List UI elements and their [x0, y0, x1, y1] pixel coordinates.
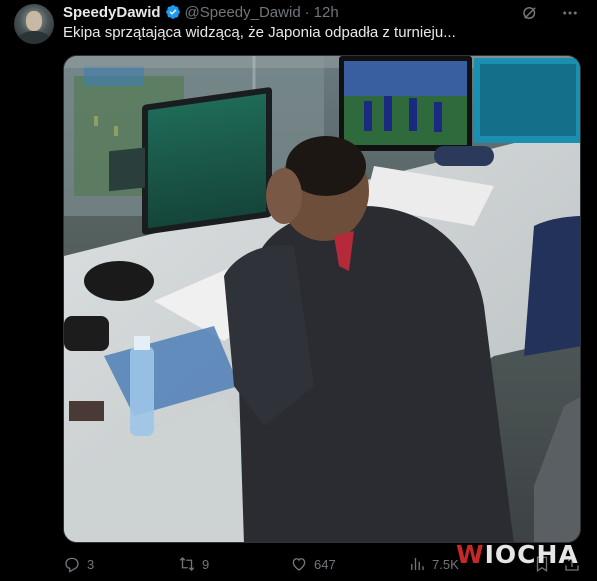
timestamp[interactable]: 12h — [314, 4, 339, 21]
avatar-face — [26, 11, 42, 31]
tweet-text: Ekipa sprzątająca widzącą, że Japonia od… — [63, 24, 456, 41]
tweet-header: SpeedyDawid @Speedy_Dawid · 12h — [63, 2, 339, 22]
watermark-logo: WIOCHA — [456, 540, 579, 569]
avatar-shoulders — [18, 31, 50, 44]
watermark-prefix: W — [456, 540, 485, 569]
separator-dot: · — [304, 3, 310, 21]
views-button[interactable]: 7.5K — [408, 555, 459, 573]
like-button[interactable]: 647 — [290, 555, 336, 573]
repost-count: 9 — [202, 556, 210, 572]
reply-button[interactable]: 3 — [63, 555, 94, 573]
tweet-photo[interactable] — [63, 55, 581, 543]
views-icon — [411, 558, 424, 570]
tweet-card[interactable]: SpeedyDawid @Speedy_Dawid · 12h Ekipa sp… — [0, 0, 597, 581]
watermark-text: IOCHA — [484, 540, 579, 569]
user-handle[interactable]: @Speedy_Dawid — [185, 4, 301, 21]
verified-badge-icon — [165, 4, 181, 20]
top-icons — [521, 4, 579, 22]
reply-icon — [65, 557, 79, 573]
avatar[interactable] — [14, 4, 54, 44]
grok-icon[interactable] — [521, 4, 539, 22]
views-count: 7.5K — [432, 556, 459, 572]
more-options-icon[interactable] — [561, 4, 579, 22]
like-count: 647 — [314, 556, 336, 572]
photo-illustration — [64, 56, 580, 542]
heart-icon — [292, 558, 306, 571]
repost-icon — [179, 557, 195, 571]
repost-button[interactable]: 9 — [178, 555, 209, 573]
reply-count: 3 — [87, 556, 95, 572]
display-name[interactable]: SpeedyDawid — [63, 4, 161, 21]
